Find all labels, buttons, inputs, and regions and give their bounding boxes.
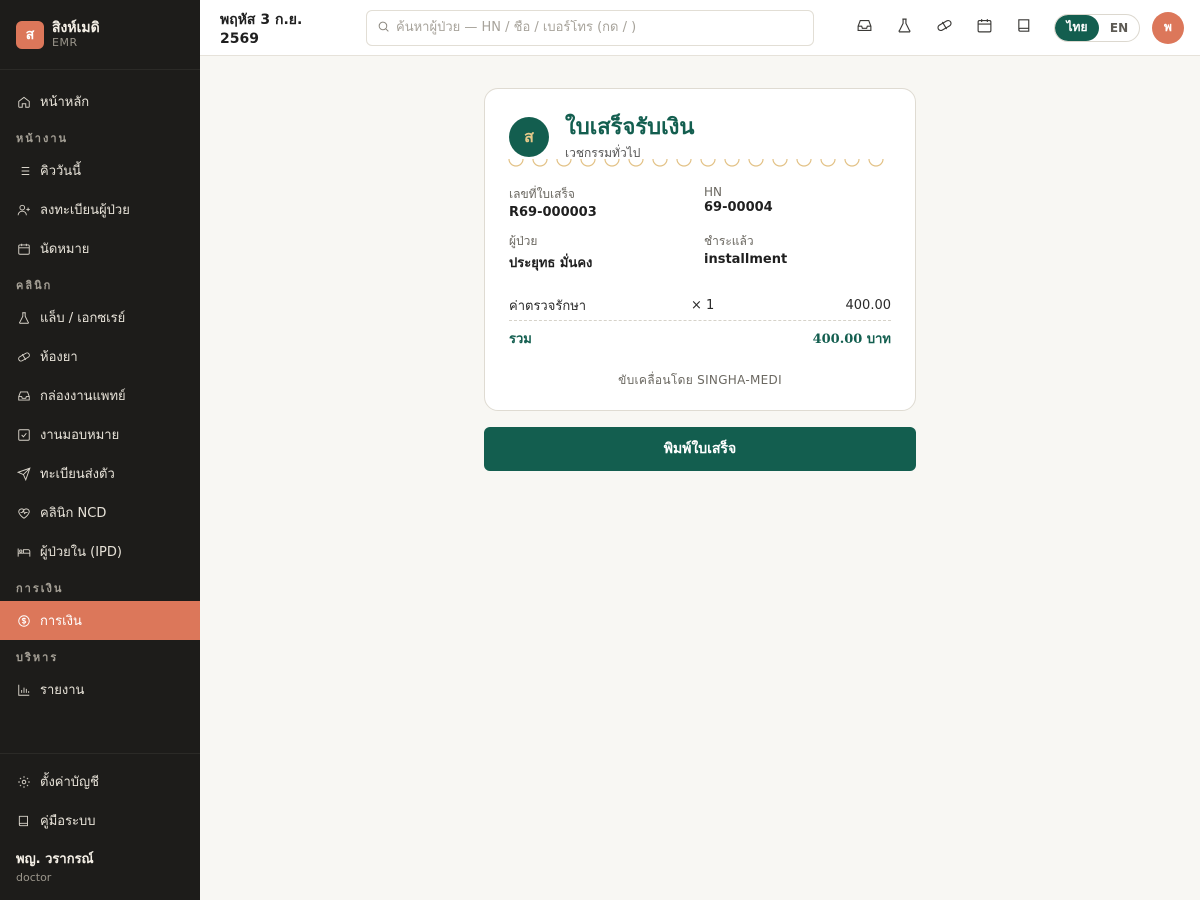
user-info[interactable]: พญ. วรากรณ์ doctor: [0, 840, 200, 884]
line-item-qty: × 1: [691, 297, 715, 313]
pill-icon: [936, 17, 953, 38]
sidebar-item-label: ลงทะเบียนผู้ป่วย: [40, 203, 130, 218]
hn-label: HN: [704, 184, 722, 199]
section-clinic: คลินิก: [16, 279, 53, 292]
section-admin: บริหาร: [16, 651, 59, 664]
sidebar-item-label: ตั้งค่าบัญชี: [40, 775, 99, 790]
pill-icon: [16, 349, 32, 365]
total-amount: 400.00 บาท: [812, 332, 891, 348]
section-finance: การเงิน: [16, 582, 64, 595]
receipt-no: R69-000003: [509, 204, 597, 220]
flask-icon: [896, 17, 913, 38]
gear-icon: [16, 774, 32, 790]
current-date: พฤหัส 3 ก.ย. 2569: [220, 11, 303, 47]
send-icon: [16, 466, 32, 482]
book-icon: [16, 813, 32, 829]
sidebar-item-label: ทะเบียนส่งตัว: [40, 467, 115, 482]
brand[interactable]: ส สิงห์เมดิ EMR: [0, 0, 200, 70]
sidebar-item-label: คิววันนี้: [40, 164, 82, 179]
brand-name: สิงห์เมดิ: [52, 19, 100, 36]
sidebar-nav: หน้าหลัก หน้างาน คิววันนี้ ลงทะเบียนผู้ป…: [0, 82, 200, 752]
line-item-amount: 400.00: [845, 297, 892, 313]
sidebar-item-referral[interactable]: ทะเบียนส่งตัว: [0, 454, 200, 493]
user-name: พญ. วรากรณ์: [16, 852, 94, 867]
sidebar-item-ncd[interactable]: คลินิก NCD: [0, 493, 200, 532]
sidebar-item-label: คู่มือระบบ: [40, 814, 96, 829]
checkbox-icon: [16, 427, 32, 443]
search-icon: [377, 18, 390, 37]
sidebar-item-ipd[interactable]: ผู้ป่วยใน (IPD): [0, 532, 200, 571]
flask-icon: [16, 310, 32, 326]
user-plus-icon: [16, 202, 32, 218]
patient-label: ผู้ป่วย: [509, 233, 538, 248]
bed-icon: [16, 544, 32, 560]
topbar: พฤหัส 3 ก.ย. 2569 ไทย EN พ: [200, 0, 1200, 56]
language-toggle: ไทย EN: [1054, 13, 1140, 42]
avatar[interactable]: พ: [1152, 11, 1184, 44]
sidebar-item-label: นัดหมาย: [40, 242, 90, 257]
brand-sub: EMR: [52, 36, 78, 50]
receipt-title: ใบเสร็จรับเงิน: [565, 114, 695, 140]
paid-method: installment: [704, 251, 788, 267]
inbox-button[interactable]: [844, 8, 884, 48]
heart-pulse-icon: [16, 505, 32, 521]
receipt-logo: ส: [509, 117, 549, 157]
sidebar-item-reports[interactable]: รายงาน: [0, 670, 200, 709]
sidebar-item-tasks[interactable]: งานมอบหมาย: [0, 415, 200, 454]
sidebar-item-manual[interactable]: คู่มือระบบ: [0, 801, 200, 840]
total-row: รวม 400.00 บาท: [509, 321, 891, 357]
home-icon: [16, 94, 32, 110]
lab-button[interactable]: [884, 8, 924, 48]
sidebar-item-lab[interactable]: แล็บ / เอกซเรย์: [0, 298, 200, 337]
list-icon: [16, 163, 32, 179]
sidebar-item-label: คลินิก NCD: [40, 506, 107, 521]
sidebar-item-register[interactable]: ลงทะเบียนผู้ป่วย: [0, 190, 200, 229]
bar-chart-icon: [16, 682, 32, 698]
user-role: doctor: [16, 871, 52, 884]
inbox-icon: [856, 17, 873, 38]
sidebar-item-queue[interactable]: คิววันนี้: [0, 151, 200, 190]
search-input[interactable]: [396, 20, 796, 35]
patient-name: ประยุทธ มั่นคง: [509, 255, 593, 271]
sidebar-item-home[interactable]: หน้าหลัก: [0, 82, 200, 121]
lang-en-button[interactable]: EN: [1099, 15, 1139, 41]
calendar-icon: [976, 17, 993, 38]
sidebar-item-inbox[interactable]: กล่องงานแพทย์: [0, 376, 200, 415]
sidebar-item-settings[interactable]: ตั้งค่าบัญชี: [0, 762, 200, 801]
sidebar-item-label: ผู้ป่วยใน (IPD): [40, 545, 122, 560]
sidebar-item-appointments[interactable]: นัดหมาย: [0, 229, 200, 268]
sidebar-item-label: งานมอบหมาย: [40, 428, 120, 443]
hn-value: 69-00004: [704, 199, 773, 215]
sidebar-item-label: กล่องงานแพทย์: [40, 389, 126, 404]
receipt-card: ส ใบเสร็จรับเงิน เวชกรรมทั่วไป เลขที่ใบเ…: [484, 88, 916, 411]
line-item: ค่าตรวจรักษา × 1 400.00: [509, 291, 891, 321]
manual-button[interactable]: [1004, 8, 1044, 48]
inbox-icon: [16, 388, 32, 404]
search-box[interactable]: [366, 9, 814, 46]
sidebar-item-label: การเงิน: [40, 614, 82, 629]
sidebar-item-billing[interactable]: การเงิน: [0, 601, 200, 640]
brand-logo: ส: [16, 20, 44, 49]
calendar-button[interactable]: [964, 8, 1004, 48]
sidebar-item-label: แล็บ / เอกซเรย์: [40, 311, 126, 326]
paid-label: ชำระแล้ว: [704, 233, 754, 248]
section-work: หน้างาน: [16, 132, 69, 145]
scallop-divider: [508, 158, 884, 167]
sidebar: ส สิงห์เมดิ EMR หน้าหลัก หน้างาน คิววันน…: [0, 0, 200, 900]
dollar-circle-icon: [16, 613, 32, 629]
sidebar-footer: ตั้งค่าบัญชี คู่มือระบบ พญ. วรากรณ์ doct…: [0, 753, 200, 900]
print-receipt-button[interactable]: พิมพ์ใบเสร็จ: [484, 427, 916, 471]
receipt-no-label: เลขที่ใบเสร็จ: [509, 186, 575, 201]
sidebar-item-label: หน้าหลัก: [40, 95, 90, 110]
calendar-icon: [16, 241, 32, 257]
total-label: รวม: [509, 332, 532, 348]
lang-th-button[interactable]: ไทย: [1055, 14, 1099, 41]
sidebar-item-pharmacy[interactable]: ห้องยา: [0, 337, 200, 376]
line-item-desc: ค่าตรวจรักษา: [509, 298, 587, 314]
pharmacy-button[interactable]: [924, 8, 964, 48]
book-icon: [1016, 17, 1033, 38]
sidebar-item-label: ห้องยา: [40, 350, 78, 365]
sidebar-item-label: รายงาน: [40, 683, 85, 698]
powered-by: ขับเคลื่อนโดย SINGHA-MEDI: [618, 372, 782, 387]
